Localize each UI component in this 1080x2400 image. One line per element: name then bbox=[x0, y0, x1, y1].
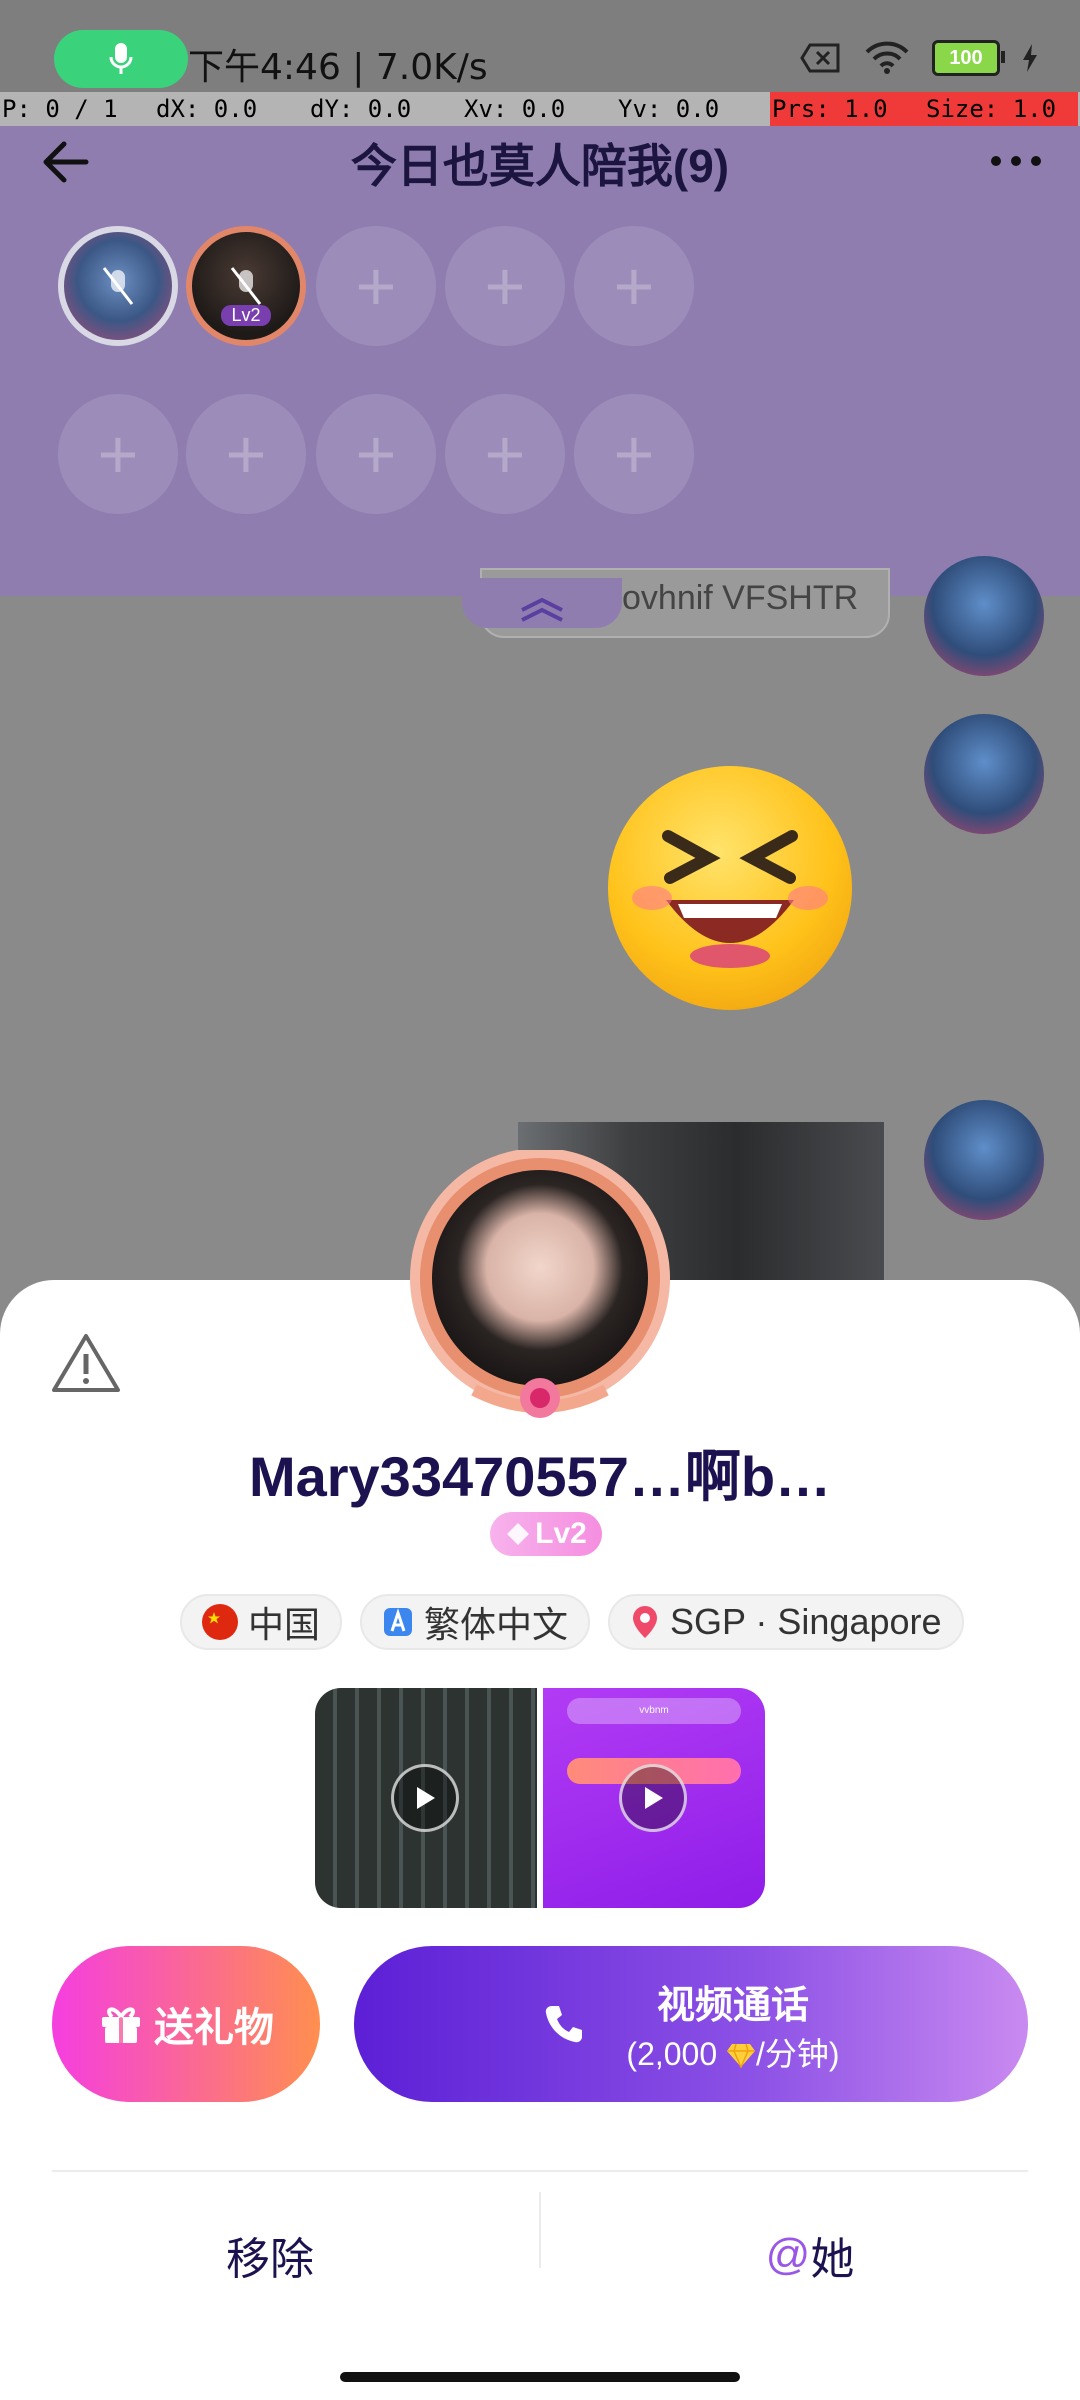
more-options-icon[interactable] bbox=[986, 146, 1046, 176]
play-icon bbox=[417, 1787, 435, 1809]
at-symbol: @ bbox=[765, 2230, 811, 2279]
debug-xv: Xv: 0.0 bbox=[464, 95, 566, 123]
seat-occupied-host[interactable] bbox=[58, 226, 178, 346]
seat-empty[interactable]: + bbox=[574, 226, 694, 346]
video-call-title: 视频通话 bbox=[656, 1984, 809, 2027]
video-call-text: 视频通话 (2,000 /分钟) bbox=[626, 1974, 839, 2075]
profile-username: Mary33470557…啊b… bbox=[248, 1445, 832, 1508]
video-call-price: (2,000 /分钟) bbox=[626, 2029, 839, 2075]
room-header: 今日也莫人陪我(9) Lv2 + + + + + + + + bbox=[0, 126, 1080, 596]
seat-occupied-user[interactable]: Lv2 bbox=[186, 226, 306, 346]
chat-avatar[interactable] bbox=[924, 714, 1044, 834]
play-icon bbox=[645, 1787, 663, 1809]
profile-avatar[interactable] bbox=[404, 1148, 676, 1422]
china-flag-icon bbox=[202, 1604, 238, 1640]
debug-dy: dY: 0.0 bbox=[310, 95, 412, 123]
location-pin-icon bbox=[633, 1606, 658, 1638]
gift-icon bbox=[102, 2007, 140, 2043]
language-icon bbox=[384, 1608, 413, 1636]
battery-level: 100 bbox=[949, 46, 983, 69]
tag-language-label: 繁体中文 bbox=[424, 1604, 569, 1645]
video-call-price-prefix: (2,000 bbox=[626, 2035, 727, 2072]
chat-avatar[interactable] bbox=[924, 556, 1044, 676]
profile-level-text: Lv2 bbox=[535, 1517, 587, 1550]
seat-empty[interactable]: + bbox=[58, 394, 178, 514]
send-gift-label: 送礼物 bbox=[154, 2006, 274, 2050]
seat-empty[interactable]: + bbox=[316, 226, 436, 346]
add-icon: + bbox=[484, 415, 526, 493]
tag-country-label: 中国 bbox=[248, 1604, 321, 1645]
action-separator bbox=[539, 2192, 541, 2268]
mention-label: 她 bbox=[810, 2235, 855, 2284]
tag-location: SGP · Singapore bbox=[608, 1594, 964, 1650]
thumbnail-input-bar: vvbnm bbox=[567, 1698, 741, 1724]
home-indicator[interactable] bbox=[340, 2372, 740, 2382]
sim-disabled-icon bbox=[800, 43, 840, 73]
debug-yv: Yv: 0.0 bbox=[618, 95, 720, 123]
remove-user-button[interactable]: 移除 bbox=[52, 2170, 488, 2340]
status-bar: 下午4:46 | 7.0K/s 100 bbox=[0, 0, 1080, 92]
laughing-face-icon bbox=[632, 830, 828, 968]
video-thumbnail[interactable] bbox=[315, 1688, 537, 1908]
status-time-speed: 下午4:46 | 7.0K/s bbox=[188, 47, 488, 88]
mic-muted-icon bbox=[230, 267, 262, 305]
add-icon: + bbox=[613, 415, 655, 493]
mic-indicator[interactable] bbox=[54, 30, 188, 88]
pointer-debug-bar: P: 0 / 1 dX: 0.0 dY: 0.0 Xv: 0.0 Yv: 0.0… bbox=[0, 92, 1080, 126]
charging-icon bbox=[1023, 44, 1037, 72]
phone-icon bbox=[546, 2006, 583, 2043]
microphone-icon bbox=[109, 43, 133, 74]
tag-language: 繁体中文 bbox=[360, 1594, 591, 1650]
seat-empty[interactable]: + bbox=[445, 394, 565, 514]
wifi-icon bbox=[865, 41, 909, 74]
profile-tags: 中国 繁体中文 SGP · Singapore bbox=[180, 1594, 964, 1650]
mic-muted-icon bbox=[102, 267, 134, 305]
seat-level-label: Lv2 bbox=[221, 305, 271, 326]
avatar-frame bbox=[410, 1148, 670, 1418]
diamond-icon bbox=[507, 1523, 530, 1545]
seat-empty[interactable]: + bbox=[445, 226, 565, 346]
play-button[interactable] bbox=[619, 1764, 687, 1832]
video-thumbnail[interactable]: vvbnm bbox=[543, 1688, 765, 1908]
room-title: 今日也莫人陪我(9) bbox=[350, 140, 730, 192]
video-call-price-suffix: /分钟) bbox=[756, 2035, 840, 2072]
profile-media: vvbnm bbox=[315, 1688, 765, 1908]
battery-icon: 100 bbox=[932, 40, 1005, 76]
tag-location-label: SGP · Singapore bbox=[670, 1601, 942, 1642]
add-icon: + bbox=[355, 415, 397, 493]
add-icon: + bbox=[97, 415, 139, 493]
add-icon: + bbox=[613, 247, 655, 325]
debug-dx: dX: 0.0 bbox=[156, 95, 258, 123]
profile-level-badge: Lv2 bbox=[490, 1512, 602, 1556]
report-warning-icon[interactable] bbox=[50, 1330, 122, 1396]
mention-user-button[interactable]: @ 她 bbox=[592, 2170, 1028, 2340]
tag-country: 中国 bbox=[180, 1594, 343, 1650]
laughing-emoji-sticker[interactable] bbox=[608, 766, 852, 1010]
status-icons: 100 bbox=[800, 40, 1038, 76]
debug-size: Size: 1.0 bbox=[924, 92, 1078, 126]
chevron-up-icon bbox=[521, 597, 563, 622]
seat-empty[interactable]: + bbox=[574, 394, 694, 514]
seat-empty[interactable]: + bbox=[186, 394, 306, 514]
send-gift-button[interactable]: 送礼物 bbox=[52, 1946, 320, 2102]
video-call-button[interactable]: 视频通话 (2,000 /分钟) bbox=[354, 1946, 1028, 2102]
add-icon: + bbox=[484, 247, 526, 325]
add-icon: + bbox=[355, 247, 397, 325]
seat-empty[interactable]: + bbox=[316, 394, 436, 514]
add-icon: + bbox=[225, 415, 267, 493]
chat-avatar[interactable] bbox=[924, 1100, 1044, 1220]
debug-prs: Prs: 1.0 bbox=[770, 92, 924, 126]
diamond-icon bbox=[727, 2043, 756, 2069]
collapse-seats-button[interactable] bbox=[462, 578, 622, 628]
play-button[interactable] bbox=[391, 1764, 459, 1832]
remove-label: 移除 bbox=[226, 2235, 314, 2284]
debug-p: P: 0 / 1 bbox=[2, 95, 118, 123]
